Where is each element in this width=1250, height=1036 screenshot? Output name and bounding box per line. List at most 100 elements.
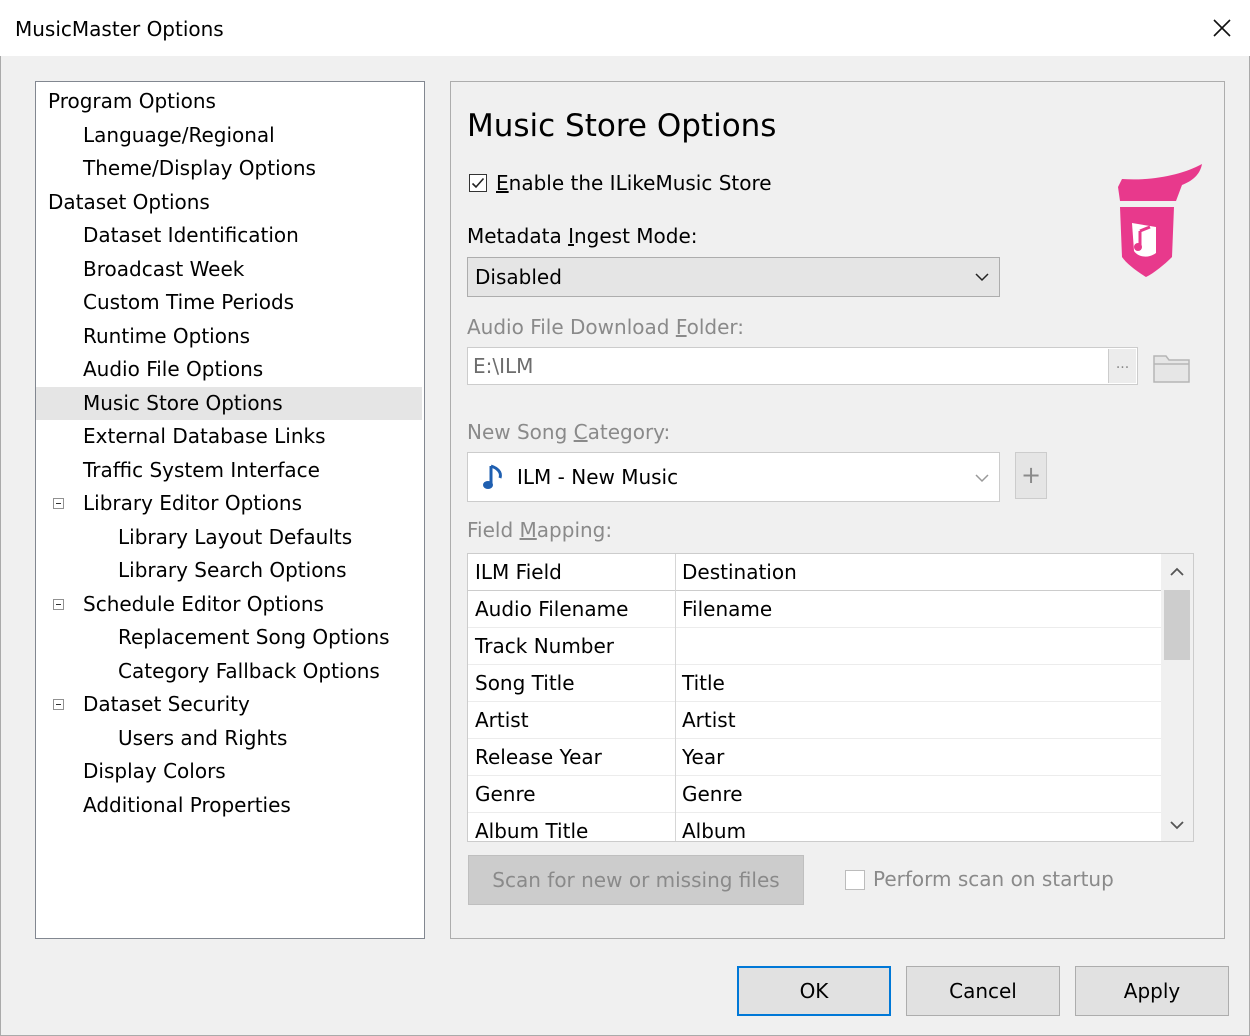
tree-item-label: Dataset Identification [83, 223, 299, 247]
tree-item[interactable]: Library Editor Options [36, 487, 422, 520]
new-song-category-value: ILM - New Music [517, 465, 679, 489]
tree-item-label: Library Editor Options [83, 491, 303, 515]
ilm-field-cell[interactable]: Song Title [475, 665, 575, 702]
ilm-field-cell[interactable]: Album Title [475, 813, 588, 841]
tree-item[interactable]: Audio File Options [36, 353, 422, 386]
cancel-button[interactable]: Cancel [906, 966, 1060, 1016]
chevron-down-icon [975, 273, 989, 282]
ingest-mode-value: Disabled [475, 265, 562, 289]
tree-item-label: Library Search Options [118, 558, 347, 582]
tree-item[interactable]: Music Store Options [36, 386, 422, 420]
table-row[interactable]: Album Title Album [468, 813, 1162, 841]
tree-item-label: Broadcast Week [83, 256, 245, 281]
column-header-ilm-field[interactable]: ILM Field [475, 554, 562, 591]
scan-on-startup-checkbox[interactable] [845, 870, 865, 890]
tree-item[interactable]: Display Colors [36, 755, 422, 788]
tree-item[interactable]: Library Layout Defaults [36, 521, 422, 554]
tree-item[interactable]: Language/Regional [36, 119, 422, 152]
new-song-category-label: New Song Category: [467, 420, 671, 444]
options-tree[interactable]: Program Options Language/Regional Theme/Di… [35, 81, 425, 939]
chevron-down-icon[interactable] [1170, 820, 1184, 830]
tree-item[interactable]: Broadcast Week [36, 253, 422, 286]
apply-button[interactable]: Apply [1075, 966, 1229, 1016]
close-button[interactable] [1194, 0, 1250, 56]
tree-item[interactable]: Replacement Song Options [36, 621, 422, 654]
destination-cell[interactable]: Genre [682, 776, 743, 813]
destination-cell[interactable]: Artist [682, 702, 736, 739]
tree-item-label: Language/Regional [83, 122, 275, 147]
tree-item[interactable]: Additional Properties [36, 789, 422, 822]
tree-item[interactable]: Schedule Editor Options [36, 588, 422, 621]
ilm-field-cell[interactable]: Audio Filename [475, 591, 628, 628]
enable-store-checkbox[interactable] [469, 174, 487, 192]
tree-item-label: Theme/Display Options [83, 156, 316, 180]
tree-item-label: Dataset Security [83, 692, 250, 716]
download-folder-label: Audio File Download Folder: [467, 315, 745, 339]
browse-button[interactable]: ... [1108, 349, 1136, 383]
tree-item[interactable]: Custom Time Periods [36, 286, 422, 319]
checkmark-icon [471, 177, 485, 189]
tree-item-label: Display Colors [83, 759, 226, 783]
scan-on-startup-label[interactable]: Perform scan on startup [873, 867, 1114, 891]
table-row[interactable]: Release Year Year [468, 739, 1162, 776]
download-folder-value: E:\ILM [473, 354, 534, 378]
tree-item[interactable]: Theme/Display Options [36, 152, 422, 185]
ilm-field-cell[interactable]: Artist [475, 702, 529, 739]
column-header-destination[interactable]: Destination [682, 554, 797, 591]
close-icon [1213, 19, 1231, 37]
table-row[interactable]: Audio Filename Filename [468, 591, 1162, 628]
destination-cell[interactable]: Filename [682, 591, 772, 628]
tree-item-label: Additional Properties [83, 792, 291, 817]
tree-item-label: Replacement Song Options [118, 625, 390, 649]
music-note-icon [483, 464, 502, 489]
field-mapping-table[interactable]: ILM Field Destination Audio Filename File… [467, 553, 1194, 842]
table-row[interactable]: Track Number [468, 628, 1162, 665]
tree-item[interactable]: Library Search Options [36, 554, 422, 587]
table-row[interactable]: Artist Artist [468, 702, 1162, 739]
tree-item-label: Users and Rights [118, 725, 288, 750]
tree-item-label: Traffic System Interface [83, 457, 320, 482]
tree-item-label: External Database Links [83, 424, 326, 448]
ilm-field-cell[interactable]: Genre [475, 776, 536, 813]
tree-item[interactable]: Dataset Identification [36, 219, 422, 252]
download-folder-input[interactable]: E:\ILM ... [467, 347, 1138, 385]
destination-cell[interactable]: Title [682, 665, 725, 702]
table-row[interactable]: Song Title Title [468, 665, 1162, 702]
tree-item[interactable]: External Database Links [36, 420, 422, 453]
field-mapping-label: Field Mapping: [467, 518, 613, 542]
scan-files-button[interactable]: Scan for new or missing files [468, 855, 804, 905]
collapse-icon[interactable] [53, 699, 64, 710]
table-scrollbar[interactable] [1161, 554, 1193, 841]
collapse-icon[interactable] [53, 598, 64, 610]
add-category-button[interactable]: + [1015, 452, 1047, 499]
tree-item-label: Dataset Options [48, 189, 210, 214]
enable-store-label[interactable]: Enable the ILikeMusic Store [496, 171, 772, 195]
open-folder-button[interactable] [1151, 348, 1193, 386]
tree-item[interactable]: Users and Rights [36, 722, 422, 755]
destination-cell[interactable]: Album [682, 813, 746, 841]
tree-item-label: Category Fallback Options [118, 658, 380, 683]
ingest-mode-select[interactable]: Disabled [467, 257, 1000, 297]
ilm-field-cell[interactable]: Release Year [475, 739, 602, 776]
new-song-category-select[interactable]: ILM - New Music [467, 452, 1000, 502]
tree-item[interactable]: Dataset Security [36, 688, 422, 721]
chevron-up-icon[interactable] [1170, 567, 1184, 577]
column-divider [675, 554, 676, 841]
ok-button[interactable]: OK [737, 966, 891, 1016]
folder-icon [1153, 355, 1190, 383]
table-row[interactable]: Genre Genre [468, 776, 1162, 813]
tree-item[interactable]: Category Fallback Options [36, 655, 422, 688]
tree-item-label: Schedule Editor Options [83, 591, 324, 616]
tree-item[interactable]: Dataset Options [36, 186, 422, 219]
tree-item[interactable]: Program Options [36, 85, 422, 118]
scrollbar-thumb[interactable] [1164, 590, 1190, 660]
tree-item[interactable]: Runtime Options [36, 320, 422, 353]
tree-item-label: Library Layout Defaults [118, 524, 353, 549]
collapse-icon[interactable] [53, 498, 64, 509]
tree-item-label: Music Store Options [83, 390, 283, 415]
destination-cell[interactable]: Year [682, 739, 724, 776]
ingest-mode-label: Metadata Ingest Mode: [467, 224, 698, 248]
tree-item[interactable]: Traffic System Interface [36, 454, 422, 487]
tree-item-label: Runtime Options [83, 323, 251, 348]
ilm-field-cell[interactable]: Track Number [475, 628, 614, 665]
